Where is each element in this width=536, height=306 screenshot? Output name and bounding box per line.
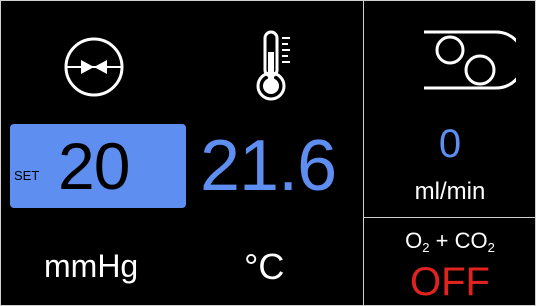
pressure-setpoint-value: 20 [58,129,130,203]
gas-label-co-sub: 2 [487,240,495,255]
gas-label-o: O [405,228,423,253]
valve-icon[interactable] [63,36,125,98]
thermometer-icon[interactable] [252,28,300,104]
gas-label-o-sub: 2 [422,240,430,255]
flow-rate-unit: ml/min [414,178,486,205]
gas-state-toggle[interactable]: OFF [364,258,536,306]
gas-label-co: + CO [429,228,488,253]
peristaltic-pump-icon[interactable] [418,26,516,90]
set-label: SET [14,168,40,183]
temperature-unit: °C [244,246,285,287]
temperature-value: 21.6 [200,126,337,206]
pressure-unit: mmHg [44,248,139,284]
flow-rate-value: 0 [438,122,462,166]
